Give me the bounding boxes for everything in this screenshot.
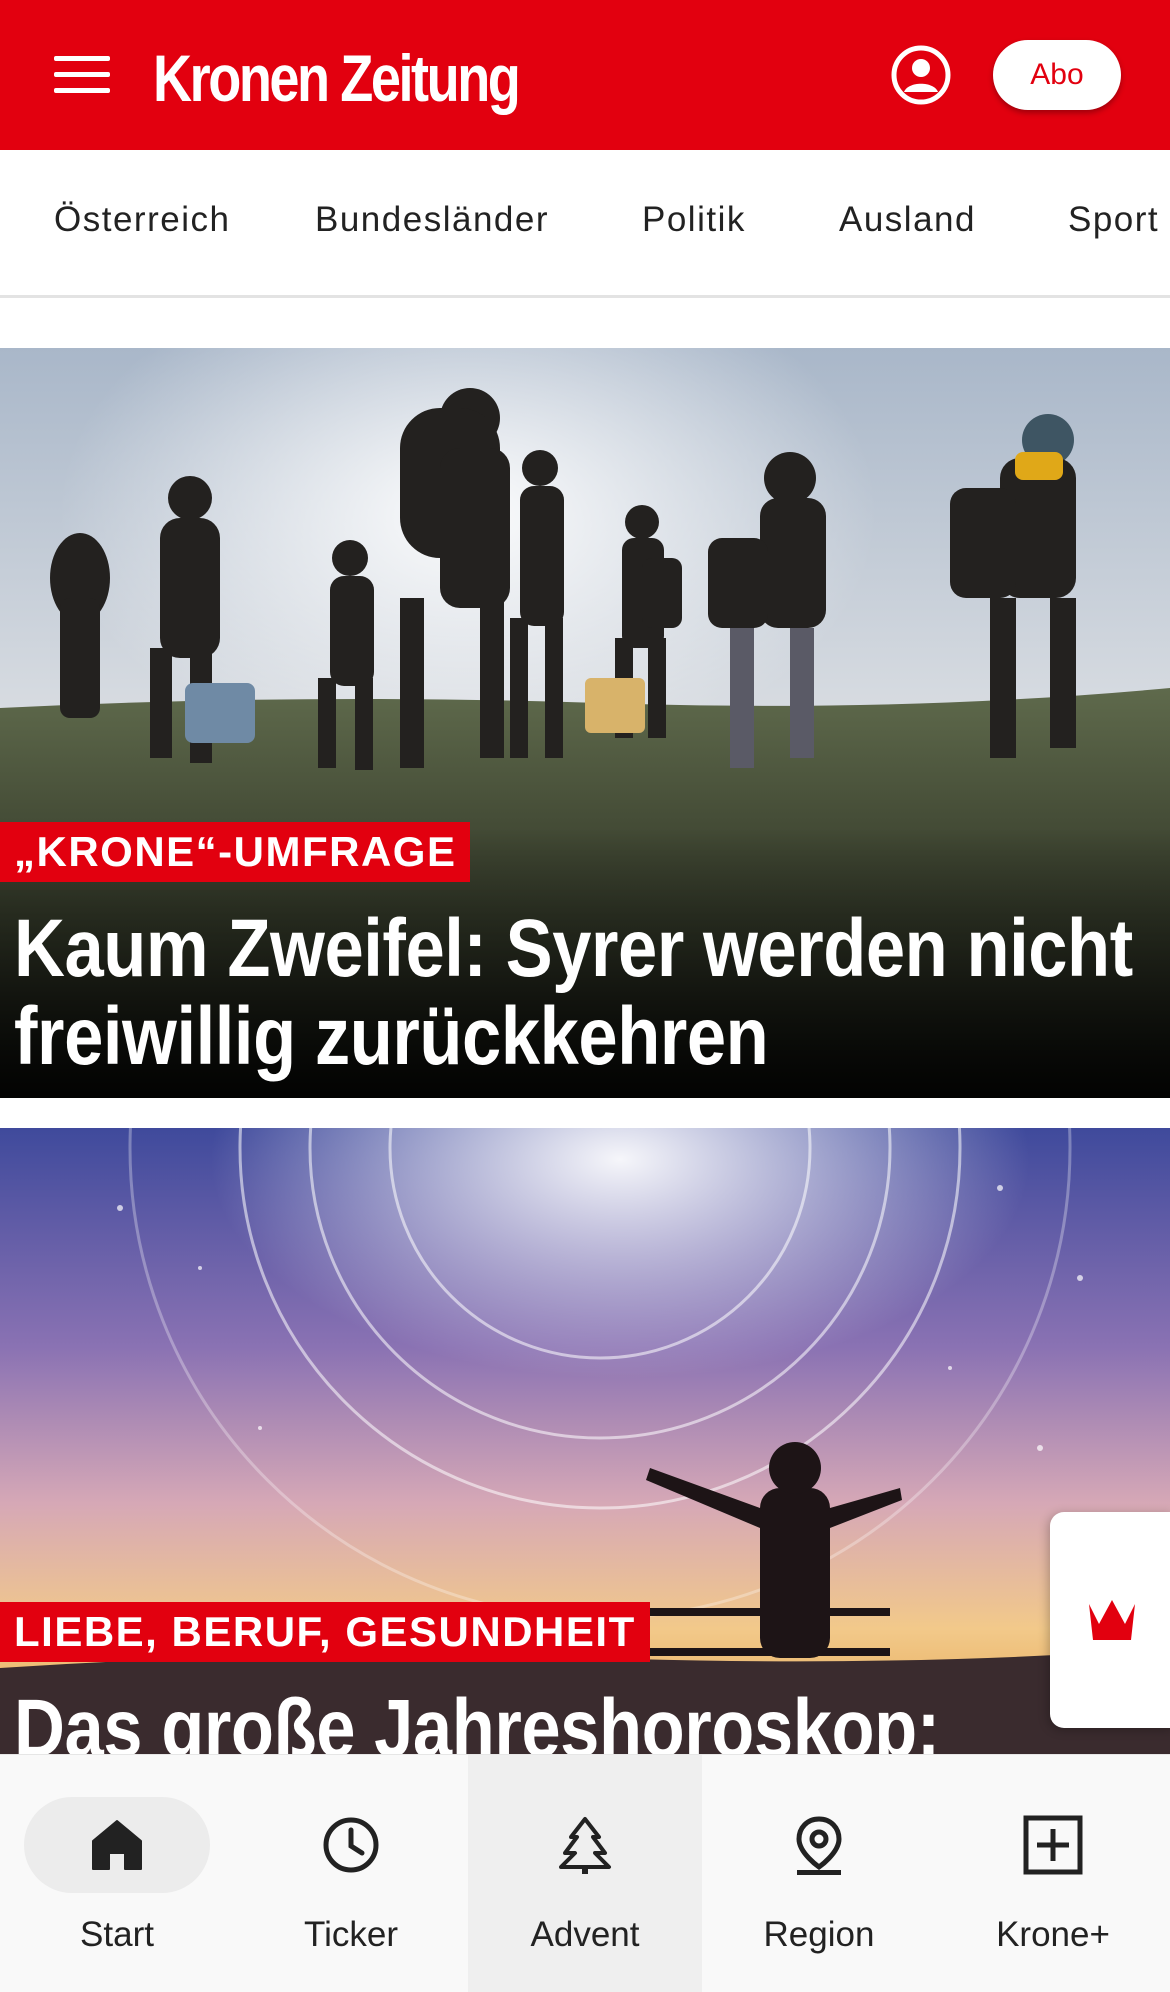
abo-button[interactable]: Abo [993,40,1121,110]
article-kicker: LIEBE, BERUF, GESUNDHEIT [0,1602,650,1662]
nav-label: Region [763,1915,875,1954]
clock-icon [323,1817,379,1873]
nav-ticker[interactable]: Ticker [234,1755,468,1992]
bottom-nav: Start Ticker Advent Region Krone+ [0,1754,1170,1992]
nav-region[interactable]: Region [702,1755,936,1992]
nav-label: Advent [530,1915,640,1954]
menu-icon[interactable] [54,54,112,94]
article-card[interactable]: „KRONE“-UMFRAGE Kaum Zweifel: Syrer werd… [0,348,1170,1098]
category-ausland[interactable]: Ausland [839,200,976,240]
krone-widget[interactable] [1050,1512,1170,1728]
tree-icon [559,1817,611,1874]
article-headline[interactable]: Kaum Zweifel: Syrer werden nicht freiwil… [14,905,1158,1081]
app-header: Kronen Zeitung Abo [0,0,1170,150]
category-sport[interactable]: Sport [1068,200,1159,240]
app-logo[interactable]: Kronen Zeitung [153,36,521,120]
category-bundeslaender[interactable]: Bundesländer [315,200,549,240]
nav-label: Ticker [304,1915,398,1954]
nav-label: Start [80,1915,154,1954]
article-kicker: „KRONE“-UMFRAGE [0,822,471,882]
nav-start[interactable]: Start [0,1755,234,1992]
category-oesterreich[interactable]: Österreich [54,200,230,240]
account-icon[interactable] [890,44,952,106]
article-card[interactable]: LIEBE, BERUF, GESUNDHEIT Das große Jahre… [0,1128,1170,1754]
plus-box-icon [1023,1815,1083,1875]
krone-crown-icon [1089,1600,1135,1640]
category-nav: Österreich Bundesländer Politik Ausland … [0,150,1170,298]
location-pin-icon [796,1816,842,1875]
category-politik[interactable]: Politik [642,200,746,240]
nav-label: Krone+ [996,1915,1110,1954]
nav-krone-plus[interactable]: Krone+ [936,1755,1170,1992]
article-headline[interactable]: Das große Jahreshoroskop: [14,1685,1158,1755]
home-icon [92,1820,142,1870]
nav-advent[interactable]: Advent [468,1755,702,1992]
